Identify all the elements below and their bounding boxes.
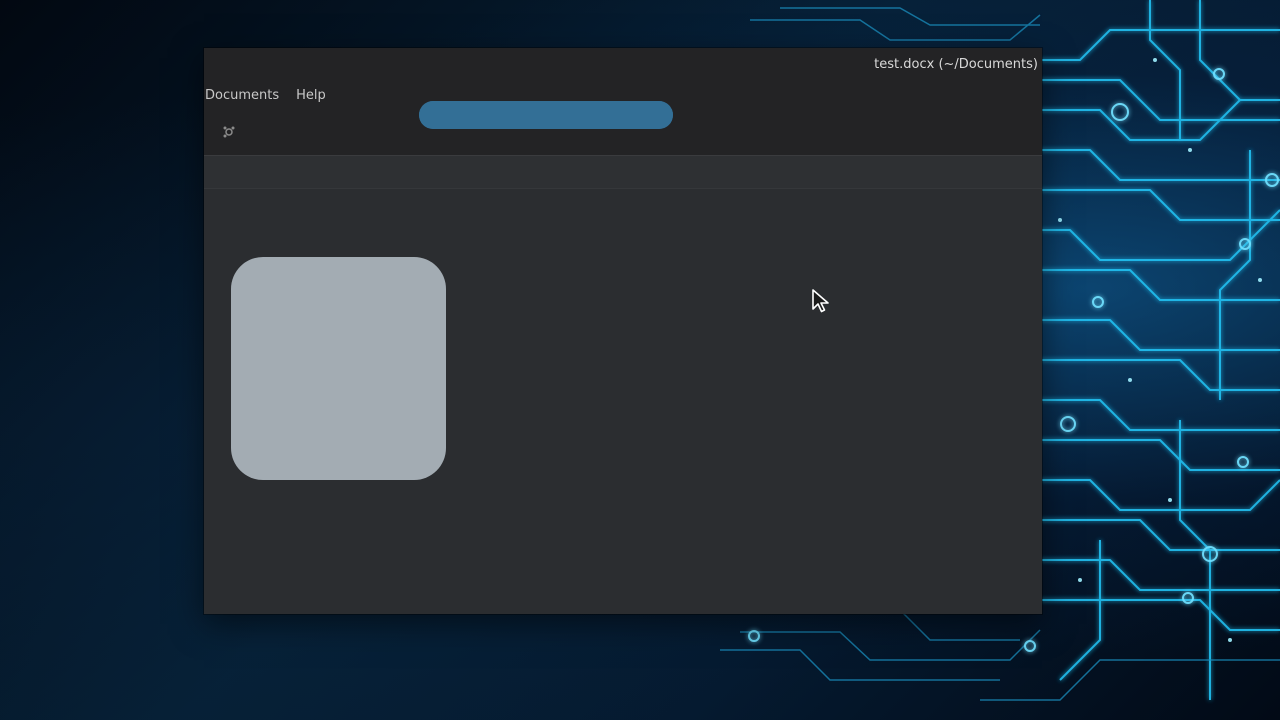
settings-icon[interactable]	[222, 125, 236, 139]
loading-progress-bar	[419, 101, 673, 129]
window-header: test.docx (~/Documents) Documents Help	[204, 48, 1042, 156]
menu-documents[interactable]: Documents	[205, 88, 279, 106]
loading-progress-fill	[419, 101, 673, 129]
mouse-cursor-icon	[812, 289, 829, 313]
sub-toolbar	[204, 156, 1042, 189]
window-title: test.docx (~/Documents)	[874, 57, 1038, 72]
splash-placeholder	[231, 257, 446, 480]
menu-help[interactable]: Help	[296, 88, 326, 106]
app-window: test.docx (~/Documents) Documents Help	[204, 48, 1042, 614]
menubar: Documents Help	[205, 88, 326, 106]
settings-icon-glyph	[223, 126, 235, 138]
document-area	[204, 189, 1042, 614]
